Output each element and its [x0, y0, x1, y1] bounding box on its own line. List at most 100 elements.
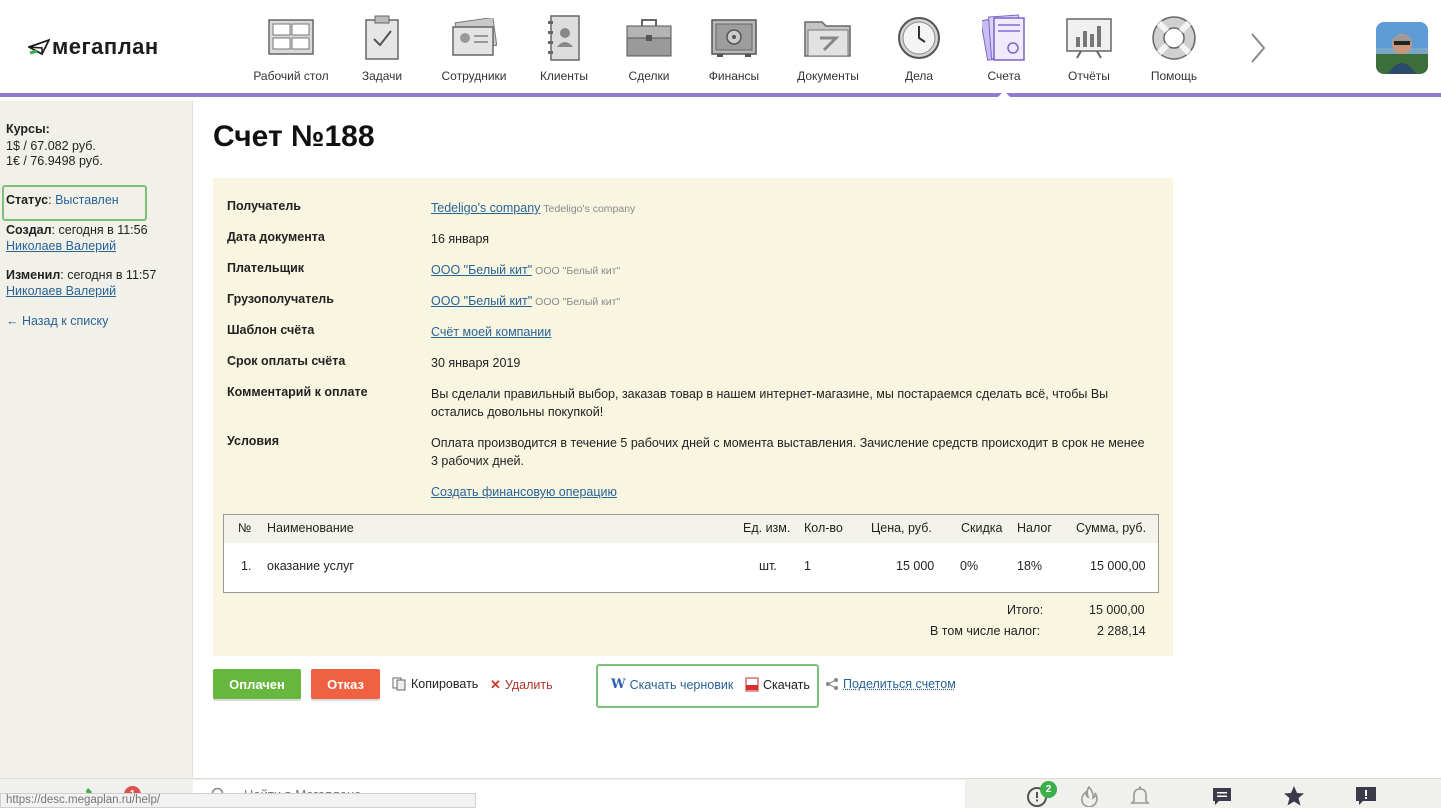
col-unit: Ед. изм. — [743, 521, 791, 535]
cell-sum: 15 000,00 — [1090, 559, 1146, 573]
changed-by-link[interactable]: Николаев Валерий — [6, 284, 116, 298]
copy-label: Копировать — [411, 677, 479, 691]
rate-eur: 1€ / 76.9498 руб. — [6, 154, 103, 168]
consignee-link[interactable]: ООО "Белый кит" — [431, 294, 532, 308]
sidebar: Курсы: 1$ / 67.082 руб. 1€ / 76.9498 руб… — [0, 101, 193, 778]
items-table: № Наименование Ед. изм. Кол-во Цена, руб… — [223, 514, 1159, 593]
col-qty: Кол-во — [804, 521, 843, 535]
copy-action[interactable]: Копировать — [392, 677, 478, 691]
logo-text: мегаплан — [52, 34, 159, 59]
cell-qty: 1 — [804, 559, 811, 573]
nav-item-finance[interactable]: Финансы — [690, 0, 778, 93]
cell-price: 15 000 — [896, 559, 935, 573]
alerts-badge: 2 — [1040, 781, 1057, 798]
cell-discount: 0% — [960, 559, 979, 573]
nav-label: Клиенты — [539, 69, 589, 83]
tax-total-value: 2 288,14 — [1097, 624, 1146, 638]
payer-link[interactable]: ООО "Белый кит" — [431, 263, 532, 277]
total-label: Итого: — [1007, 603, 1044, 617]
copy-icon — [392, 677, 407, 691]
delete-action[interactable]: ✕ Удалить — [490, 677, 553, 693]
tasks-icon — [358, 14, 406, 62]
nav-item-affairs[interactable]: Дела — [878, 0, 960, 93]
download-draft-action[interactable]: W Скачать черновик — [611, 677, 733, 692]
star-icon[interactable] — [1283, 785, 1305, 807]
total-value: 15 000,00 — [1089, 603, 1145, 617]
nav-label: Рабочий стол — [253, 69, 329, 83]
download-draft-label: Скачать черновик — [629, 677, 734, 692]
chat-icon[interactable] — [1211, 785, 1233, 807]
cell-name: оказание услуг — [267, 559, 354, 573]
recipient-sub: Tedeligo's company — [543, 203, 636, 215]
status-label: Статус — [6, 193, 49, 207]
nav-item-reports[interactable]: Отчёты — [1048, 0, 1130, 93]
avatar[interactable] — [1376, 22, 1428, 74]
nav-item-help[interactable]: Помощь — [1130, 0, 1218, 93]
changed-label: Изменил — [6, 268, 61, 282]
status-value[interactable]: Выставлен — [55, 193, 119, 207]
nav-item-desktop[interactable]: Рабочий стол — [246, 0, 336, 93]
nav-item-employees[interactable]: Сотрудники — [428, 0, 520, 93]
created-info: Создал: сегодня в 11:56 Николаев Валерий — [6, 222, 148, 254]
page-title: Счет №188 — [213, 120, 375, 153]
date-value: 16 января — [431, 232, 490, 246]
comment-value: Вы сделали правильный выбор, заказав тов… — [431, 387, 1109, 419]
created-time: : сегодня в 11:56 — [51, 223, 148, 237]
share-label: Поделиться счетом — [843, 677, 956, 691]
reject-button[interactable]: Отказ — [311, 669, 380, 699]
col-name: Наименование — [267, 521, 354, 535]
nav-item-tasks[interactable]: Задачи — [336, 0, 428, 93]
pdf-icon — [745, 677, 759, 692]
help-icon — [1150, 14, 1198, 62]
nav-item-invoices[interactable]: Счета — [960, 0, 1048, 97]
fire-icon[interactable] — [1078, 785, 1100, 808]
share-icon — [825, 677, 839, 691]
template-link[interactable]: Счёт моей компании — [431, 325, 551, 339]
nav-item-clients[interactable]: Клиенты — [520, 0, 608, 93]
bell-icon[interactable] — [1129, 785, 1151, 807]
nav-label: Помощь — [1150, 69, 1198, 83]
deals-icon — [625, 14, 673, 62]
nav-label: Документы — [797, 69, 859, 83]
template-label: Шаблон счёта — [227, 323, 315, 337]
logo[interactable]: мегаплан — [28, 34, 159, 60]
recipient-label: Получатель — [227, 199, 301, 213]
nav-label: Дела — [904, 69, 934, 83]
col-num: № — [238, 521, 252, 535]
employees-icon — [450, 14, 498, 62]
due-label: Срок оплаты счёта — [227, 354, 346, 368]
rates-label: Курсы: — [6, 122, 50, 136]
nav-next-icon[interactable] — [1246, 30, 1270, 66]
word-icon: W — [611, 677, 626, 692]
top-navigation: мегаплан Рабочий стол Задачи Сотрудники — [0, 0, 1441, 97]
main-nav: Рабочий стол Задачи Сотрудники Клиенты С… — [246, 0, 1218, 97]
created-by-link[interactable]: Николаев Валерий — [6, 239, 116, 253]
nav-label: Сотрудники — [441, 69, 507, 83]
close-icon: ✕ — [490, 677, 501, 692]
clients-icon — [540, 14, 588, 62]
table-header: № Наименование Ед. изм. Кол-во Цена, руб… — [224, 515, 1158, 543]
changed-time: : сегодня в 11:57 — [60, 268, 157, 282]
feedback-icon[interactable] — [1355, 785, 1377, 807]
invoices-icon — [980, 14, 1028, 62]
nav-item-documents[interactable]: Документы — [778, 0, 878, 93]
logo-icon — [28, 38, 50, 56]
nav-item-deals[interactable]: Сделки — [608, 0, 690, 93]
recipient-link[interactable]: Tedeligo's company — [431, 201, 540, 215]
payer-label: Плательщик — [227, 261, 305, 275]
paid-button[interactable]: Оплачен — [213, 669, 301, 699]
rates-block: Курсы: 1$ / 67.082 руб. 1€ / 76.9498 руб… — [6, 121, 192, 170]
col-price: Цена, руб. — [871, 521, 932, 535]
terms-label: Условия — [227, 434, 280, 448]
share-action[interactable]: Поделиться счетом — [825, 677, 956, 691]
consignee-label: Грузополучатель — [227, 292, 334, 306]
back-to-list-link[interactable]: ← Назад к списку — [6, 314, 108, 328]
col-sum: Сумма, руб. — [1076, 521, 1147, 535]
tax-total-label: В том числе налог: — [930, 624, 1041, 638]
comment-label: Комментарий к оплате — [227, 385, 368, 399]
clock-icon — [895, 14, 943, 62]
create-operation-link[interactable]: Создать финансовую операцию — [431, 485, 617, 499]
documents-icon — [804, 14, 852, 62]
col-discount: Скидка — [961, 521, 1003, 535]
download-action[interactable]: Скачать — [745, 677, 810, 692]
